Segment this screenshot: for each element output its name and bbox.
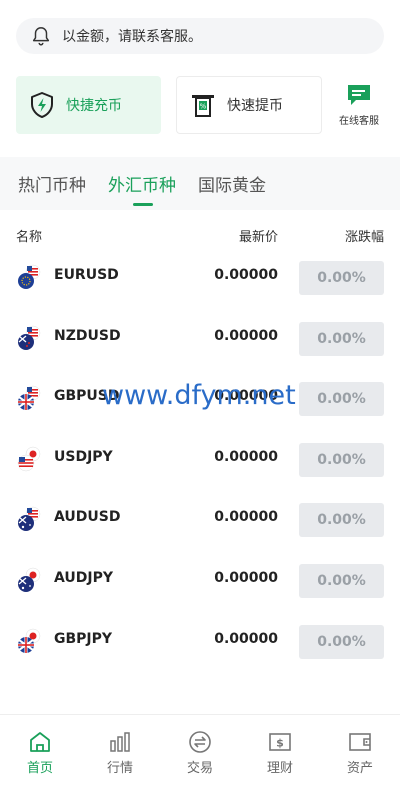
tab-hot[interactable]: 热门币种 bbox=[18, 171, 86, 196]
eur-usd-flag-icon bbox=[18, 264, 41, 289]
row-symbol: EURUSD bbox=[54, 267, 119, 283]
shield-lightning-icon bbox=[31, 92, 53, 118]
quick-recharge-label: 快捷充币 bbox=[66, 98, 122, 114]
nav-market-label: 行情 bbox=[106, 761, 133, 776]
table-row[interactable]: AUDUSD 0.00000 0.00% bbox=[0, 489, 400, 549]
active-tab-indicator bbox=[133, 203, 153, 206]
row-price: 0.00000 bbox=[214, 328, 278, 344]
quick-recharge-button[interactable]: 快捷充币 bbox=[16, 76, 161, 134]
nzd-usd-flag-icon bbox=[18, 325, 41, 350]
row-change-badge[interactable]: 0.00% bbox=[299, 625, 384, 659]
market-tabs: 热门币种 外汇币种 国际黄金 bbox=[0, 157, 400, 210]
row-change-badge[interactable]: 0.00% bbox=[299, 322, 384, 356]
nav-home[interactable]: 首页 bbox=[0, 715, 80, 800]
svg-text:%: % bbox=[200, 103, 207, 111]
svg-text:$: $ bbox=[276, 737, 284, 750]
nav-assets-label: 资产 bbox=[346, 761, 373, 776]
finance-icon: $ bbox=[269, 733, 291, 751]
table-row[interactable]: EURUSD 0.00000 0.00% bbox=[0, 247, 400, 307]
online-service-label: 在线客服 bbox=[339, 116, 379, 127]
bottom-nav: 首页 行情 交易 $ 理财 资产 bbox=[0, 714, 400, 800]
table-row[interactable]: GBPJPY 0.00000 0.00% bbox=[0, 611, 400, 671]
exchange-icon bbox=[189, 731, 211, 753]
column-header-change: 涨跌幅 bbox=[345, 230, 385, 245]
quick-withdraw-label: 快速提币 bbox=[227, 98, 283, 114]
nav-finance[interactable]: $ 理财 bbox=[240, 715, 320, 800]
bell-icon bbox=[32, 27, 50, 46]
nav-finance-label: 理财 bbox=[266, 761, 293, 776]
row-price: 0.00000 bbox=[214, 509, 278, 525]
row-change-badge[interactable]: 0.00% bbox=[299, 503, 384, 537]
watermark-text: www.dfym.net bbox=[102, 380, 296, 411]
tab-forex[interactable]: 外汇币种 bbox=[108, 171, 176, 196]
nav-market[interactable]: 行情 bbox=[80, 715, 160, 800]
nav-assets[interactable]: 资产 bbox=[320, 715, 400, 800]
row-change-badge[interactable]: 0.00% bbox=[299, 382, 384, 416]
table-row[interactable]: NZDUSD 0.00000 0.00% bbox=[0, 308, 400, 368]
row-symbol: AUDJPY bbox=[54, 570, 114, 586]
row-price: 0.00000 bbox=[214, 267, 278, 283]
withdraw-icon: % bbox=[192, 95, 214, 117]
table-row[interactable]: USDJPY 0.00000 0.00% bbox=[0, 429, 400, 489]
aud-usd-flag-icon bbox=[18, 506, 41, 531]
table-row[interactable]: AUDJPY 0.00000 0.00% bbox=[0, 550, 400, 610]
column-header-name: 名称 bbox=[16, 230, 43, 245]
row-change-badge[interactable]: 0.00% bbox=[299, 261, 384, 295]
nav-trade[interactable]: 交易 bbox=[160, 715, 240, 800]
notice-bar[interactable]: 以金额，请联系客服。 bbox=[16, 18, 384, 54]
gbp-usd-flag-icon bbox=[18, 385, 41, 410]
row-symbol: NZDUSD bbox=[54, 328, 121, 344]
row-price: 0.00000 bbox=[214, 631, 278, 647]
tab-gold[interactable]: 国际黄金 bbox=[198, 171, 266, 196]
row-price: 0.00000 bbox=[214, 570, 278, 586]
row-symbol: USDJPY bbox=[54, 449, 113, 465]
bar-chart-icon bbox=[110, 732, 130, 752]
row-symbol: GBPJPY bbox=[54, 631, 113, 647]
home-icon bbox=[30, 732, 50, 752]
usd-jpy-flag-icon bbox=[17, 446, 41, 472]
column-header-price: 最新价 bbox=[239, 230, 279, 245]
nav-trade-label: 交易 bbox=[186, 761, 213, 776]
nav-home-label: 首页 bbox=[26, 761, 53, 776]
notice-text: 以金额，请联系客服。 bbox=[62, 29, 202, 45]
aud-jpy-flag-icon bbox=[18, 567, 41, 592]
row-change-badge[interactable]: 0.00% bbox=[299, 443, 384, 477]
gbp-jpy-flag-icon bbox=[18, 628, 41, 653]
row-symbol: AUDUSD bbox=[54, 509, 121, 525]
chat-icon bbox=[348, 85, 370, 105]
wallet-icon bbox=[349, 733, 371, 751]
row-change-badge[interactable]: 0.00% bbox=[299, 564, 384, 598]
row-price: 0.00000 bbox=[214, 449, 278, 465]
quick-withdraw-button[interactable]: % 快速提币 bbox=[176, 76, 322, 134]
online-service-button[interactable]: 在线客服 bbox=[334, 80, 384, 130]
